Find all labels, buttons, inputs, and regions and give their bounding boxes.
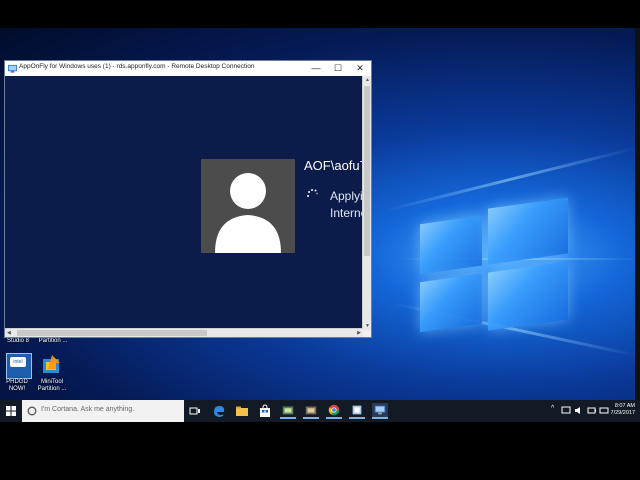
minitool-icon[interactable] [40, 353, 64, 377]
remote-desktop-icon [8, 64, 17, 73]
close-button[interactable]: ✕ [349, 61, 371, 76]
status-text: Interne [330, 206, 363, 220]
volume-icon[interactable] [574, 406, 584, 415]
clock[interactable]: 8:07 AM 7/29/2017 [611, 403, 635, 417]
time-text: 8:07 AM [614, 403, 635, 409]
remote-desktop-window[interactable]: AppOnFly for Windows uses (1) - rds.appo… [4, 60, 372, 338]
loading-spinner-icon [307, 189, 318, 197]
search-placeholder: I'm Cortana. Ask me anything. [41, 406, 135, 413]
cortana-icon [27, 406, 37, 416]
status-text: Applyi [330, 189, 363, 203]
desktop-icon-label[interactable]: Studio 8 [3, 338, 33, 345]
vertical-scrollbar-thumb[interactable] [364, 86, 370, 256]
chrome-icon[interactable] [326, 403, 342, 419]
minimize-button[interactable]: — [305, 61, 327, 76]
file-explorer-icon[interactable] [234, 403, 250, 419]
start-button[interactable] [0, 400, 22, 422]
chevron-up-icon[interactable]: ^ [551, 405, 554, 412]
maximize-button[interactable]: ☐ [327, 61, 349, 76]
scroll-left-icon[interactable]: ◀ [7, 330, 11, 336]
desktop-icon-label[interactable]: Partition ... [36, 338, 70, 345]
app-icon-1[interactable] [280, 403, 296, 419]
network-icon[interactable] [561, 406, 571, 415]
horizontal-scrollbar-thumb[interactable] [17, 330, 207, 336]
screen-edge [635, 28, 640, 422]
phdgd-icon[interactable]: intel [6, 353, 32, 379]
scroll-right-icon[interactable]: ▶ [357, 330, 361, 336]
app-icon-2[interactable] [303, 403, 319, 419]
app-icon-3[interactable] [349, 403, 365, 419]
store-icon[interactable] [257, 403, 273, 419]
window-titlebar[interactable]: AppOnFly for Windows uses (1) - rds.appo… [5, 61, 371, 76]
scroll-down-icon[interactable]: ▼ [365, 323, 370, 329]
windows-logo-wallpaper [420, 182, 580, 354]
username: AOF\aofu75 [304, 158, 363, 173]
date-text: 7/29/2017 [610, 410, 635, 416]
remote-desktop-taskbar-icon[interactable] [372, 403, 388, 419]
horizontal-scrollbar[interactable]: ◀ ▶ [5, 328, 363, 337]
battery-icon[interactable] [587, 406, 597, 415]
user-icon [215, 173, 281, 253]
desktop-icon-label[interactable]: PHDGD NOW! [1, 379, 33, 393]
edge-icon[interactable] [211, 403, 227, 419]
remote-session-screen[interactable]: AOF\aofu75 Applyi Interne [5, 76, 363, 330]
keyboard-icon[interactable] [599, 406, 609, 415]
scroll-up-icon[interactable]: ▲ [365, 77, 370, 83]
desktop-icon-label[interactable]: MiniTool Partition ... [34, 379, 70, 393]
windows-start-icon [6, 406, 16, 416]
cortana-search-box[interactable]: I'm Cortana. Ask me anything. [22, 400, 184, 422]
vertical-scrollbar[interactable]: ▲ ▼ [362, 76, 371, 330]
window-title: AppOnFly for Windows uses (1) - rds.appo… [19, 63, 255, 70]
taskbar: I'm Cortana. Ask me anything. ^ 8:07 AM … [0, 400, 640, 422]
user-avatar [201, 159, 295, 253]
task-view-icon[interactable] [187, 403, 203, 419]
